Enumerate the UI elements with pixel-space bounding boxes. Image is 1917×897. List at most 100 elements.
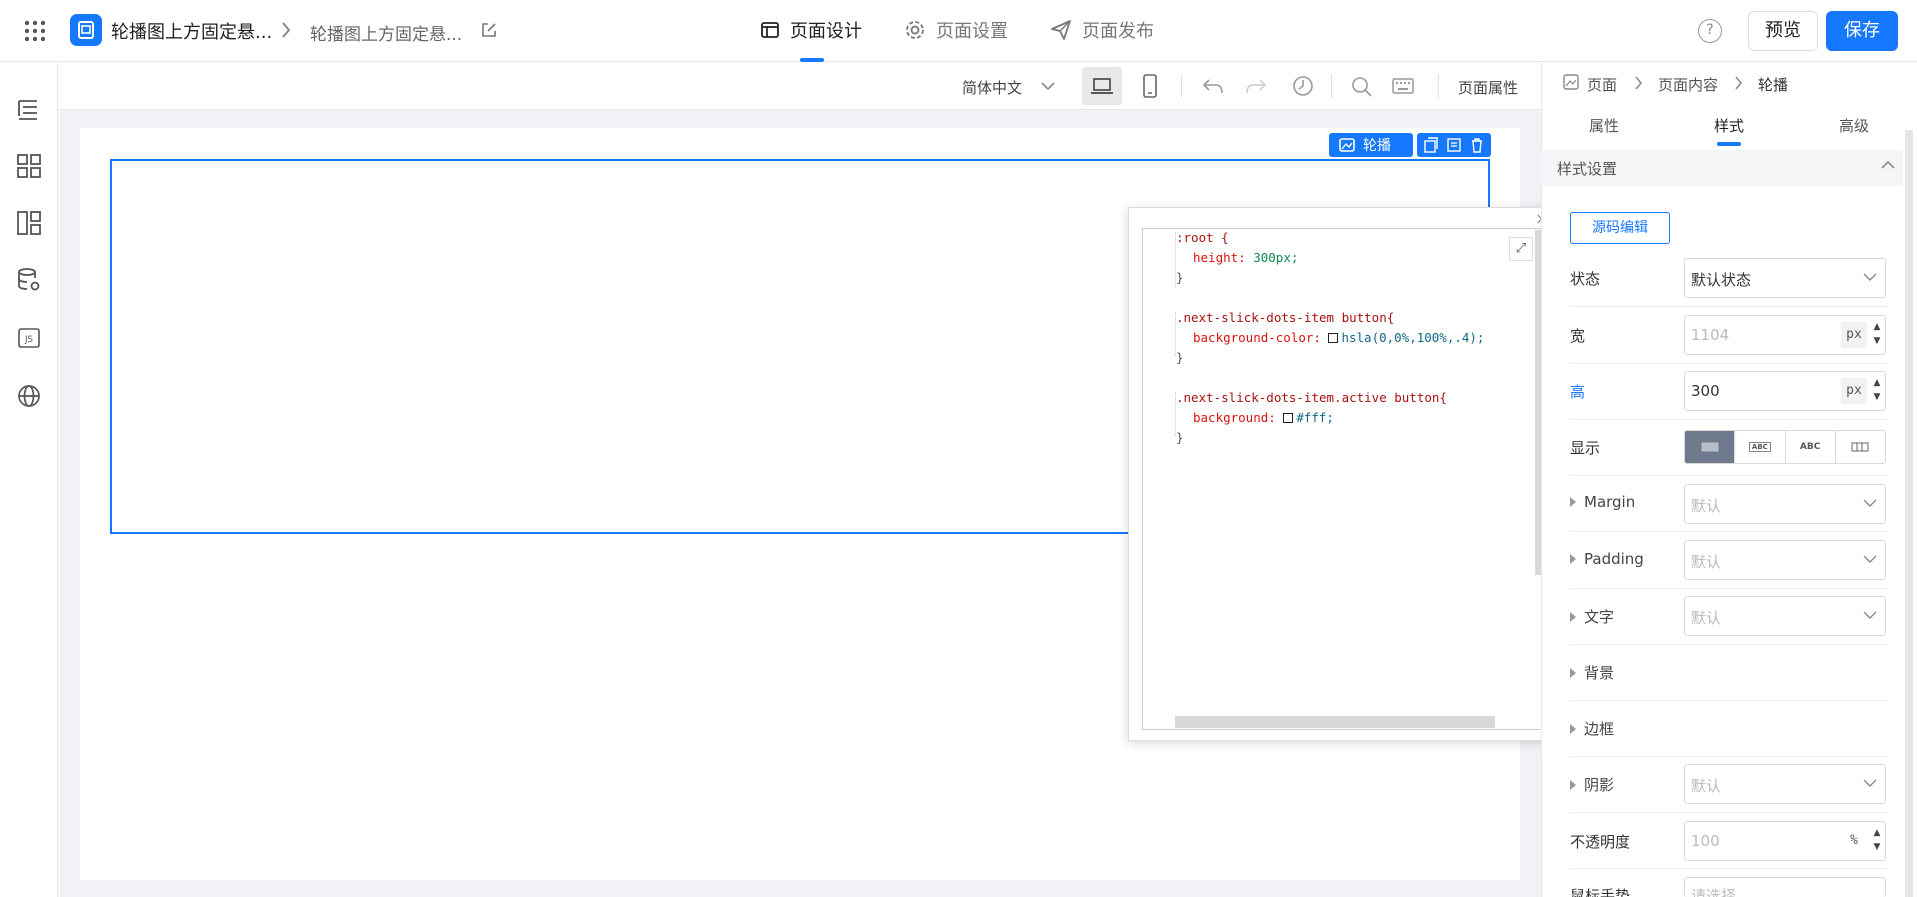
divider — [1570, 475, 1888, 476]
panel-breadcrumb-carousel[interactable]: 轮播 — [1758, 74, 1788, 95]
canvas-toolbar — [59, 63, 1541, 110]
chevron-down-icon[interactable] — [1040, 80, 1056, 92]
edit-icon[interactable] — [480, 21, 498, 39]
code-line: } — [1176, 350, 1184, 365]
tab-style[interactable]: 样式 — [1714, 115, 1744, 136]
display-inline-block-option[interactable]: ABC — [1735, 431, 1786, 463]
outline-tree-icon[interactable] — [16, 96, 42, 122]
divider — [1438, 74, 1439, 98]
chevron-up-icon[interactable] — [1881, 160, 1895, 170]
padding-select[interactable]: 默认 — [1684, 540, 1886, 580]
code-line: background-color: hsla(0,0%,100%,.4); — [1193, 330, 1485, 345]
stepper-icon: ▲ ▼ — [1873, 322, 1881, 346]
page-name[interactable]: 轮播图上方固定悬... — [310, 20, 462, 45]
code-line: .next-slick-dots-item button{ — [1176, 310, 1395, 325]
text-toggle[interactable]: 文字 — [1570, 606, 1614, 627]
left-sidebar — [0, 63, 58, 897]
redo-icon[interactable] — [1245, 76, 1267, 96]
tab-advanced[interactable]: 高级 — [1839, 115, 1869, 136]
tab-page-publish[interactable]: 页面发布 — [1050, 18, 1154, 42]
panel-scrollbar[interactable] — [1905, 130, 1913, 897]
display-label: 显示 — [1570, 439, 1601, 457]
display-block-option[interactable] — [1685, 431, 1736, 463]
caret-right-icon — [1570, 779, 1576, 790]
apps-grid-icon[interactable] — [24, 20, 46, 42]
device-desktop-button[interactable] — [1082, 67, 1122, 105]
search-icon[interactable] — [1351, 76, 1373, 98]
divider — [1331, 74, 1332, 98]
padding-toggle[interactable]: Padding — [1570, 550, 1644, 568]
divider — [1570, 306, 1888, 307]
keyboard-icon[interactable] — [1392, 78, 1414, 94]
code-line: height: 300px; — [1193, 250, 1299, 265]
chevron-down-icon — [1863, 498, 1877, 508]
width-input[interactable]: 1104 px ▲ ▼ — [1684, 315, 1886, 355]
divider — [1570, 363, 1888, 364]
tab-properties[interactable]: 属性 — [1589, 115, 1619, 136]
globe-icon[interactable] — [16, 383, 42, 409]
stepper-icon: ▲ ▼ — [1873, 828, 1881, 852]
tab-label: 页面设计 — [790, 21, 862, 42]
divider — [1570, 868, 1888, 869]
shadow-toggle[interactable]: 阴影 — [1570, 774, 1614, 795]
save-button[interactable]: 保存 — [1826, 11, 1898, 51]
page-icon — [1563, 74, 1579, 90]
divider — [1570, 756, 1888, 757]
expand-icon[interactable]: ⤢ — [1509, 237, 1533, 261]
margin-select[interactable]: 默认 — [1684, 484, 1886, 524]
height-input[interactable]: 300 px ▲ ▼ — [1684, 371, 1886, 411]
cursor-select[interactable]: 请选择 — [1684, 877, 1886, 897]
width-label: 宽 — [1570, 327, 1586, 345]
language-select[interactable]: 简体中文 — [962, 77, 1022, 98]
app-title[interactable]: 轮播图上方固定悬... — [111, 18, 272, 44]
save-as-icon[interactable] — [1446, 137, 1462, 153]
preview-button[interactable]: 预览 — [1748, 11, 1818, 51]
shadow-select[interactable]: 默认 — [1684, 764, 1886, 804]
datasource-icon[interactable] — [16, 267, 42, 293]
component-label: 轮播 — [1363, 138, 1391, 154]
margin-toggle[interactable]: Margin — [1570, 493, 1635, 511]
undo-icon[interactable] — [1202, 76, 1224, 96]
component-actions — [1417, 133, 1491, 157]
device-mobile-button[interactable] — [1142, 74, 1158, 98]
page-properties-button[interactable]: 页面属性 — [1458, 77, 1518, 98]
editor-horizontal-scrollbar[interactable] — [1175, 716, 1495, 728]
divider — [1570, 588, 1888, 589]
panel-breadcrumb-page[interactable]: 页面 — [1587, 74, 1617, 95]
caret-right-icon — [1570, 723, 1576, 734]
chevron-down-icon — [1863, 554, 1877, 564]
divider — [1570, 531, 1888, 532]
code-line: } — [1176, 270, 1184, 285]
tab-page-settings[interactable]: 页面设置 — [904, 18, 1008, 42]
help-icon[interactable]: ? — [1698, 19, 1722, 43]
text-select[interactable]: 默认 — [1684, 596, 1886, 636]
delete-icon[interactable] — [1469, 137, 1485, 153]
layout-icon[interactable] — [16, 210, 42, 236]
selected-component-tag[interactable]: 轮播 — [1329, 133, 1413, 157]
display-inline-option[interactable]: ABC — [1786, 431, 1836, 463]
active-tab-indicator — [1717, 142, 1741, 146]
tab-label: 页面发布 — [1082, 21, 1154, 42]
display-mode-group: ABC ABC — [1684, 430, 1886, 464]
js-code-icon[interactable]: JS — [16, 325, 42, 351]
chevron-right-icon — [280, 21, 292, 39]
display-flex-option[interactable] — [1836, 431, 1885, 463]
copy-icon[interactable] — [1423, 137, 1439, 153]
panel-breadcrumb-content[interactable]: 页面内容 — [1658, 74, 1718, 95]
state-select[interactable]: 默认状态 — [1684, 258, 1886, 298]
color-swatch[interactable] — [1283, 413, 1294, 423]
border-toggle[interactable]: 边框 — [1570, 718, 1614, 739]
background-toggle[interactable]: 背景 — [1570, 662, 1614, 683]
opacity-label: 不透明度 — [1570, 833, 1631, 851]
code-line: :root { — [1176, 230, 1229, 245]
tab-page-design[interactable]: 页面设计 — [760, 18, 862, 42]
browser-window-icon — [760, 20, 780, 40]
color-swatch[interactable] — [1328, 333, 1339, 343]
components-grid-icon[interactable] — [16, 153, 42, 179]
history-icon[interactable] — [1292, 75, 1314, 97]
opacity-input[interactable]: 100 % ▲ ▼ — [1684, 821, 1886, 861]
css-code-editor[interactable] — [1142, 228, 1544, 730]
divider — [1570, 812, 1888, 813]
source-edit-button[interactable]: 源码编辑 — [1570, 212, 1670, 244]
tab-label: 页面设置 — [936, 21, 1008, 42]
